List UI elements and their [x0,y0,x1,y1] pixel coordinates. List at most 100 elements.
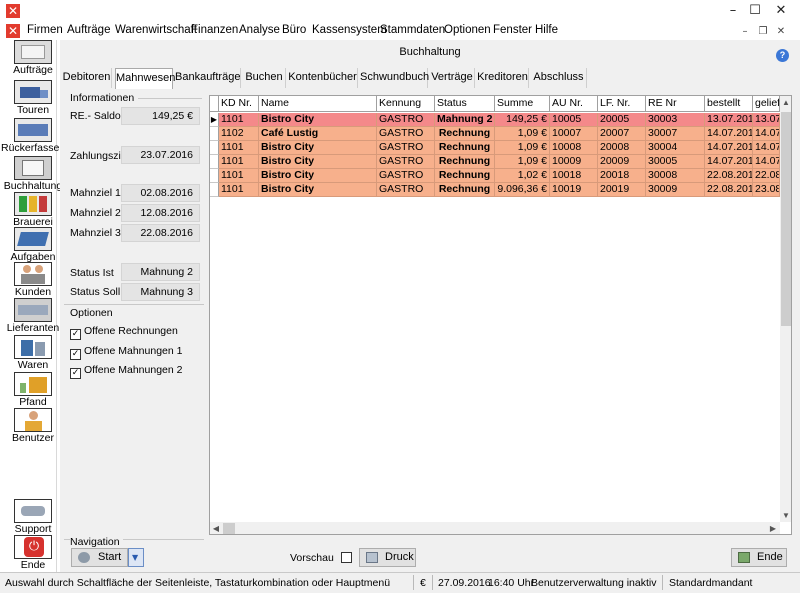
cell-geliefert[interactable]: 23.08.2 [753,183,780,197]
vertical-scrollbar[interactable]: ▲ ▼ [780,96,791,522]
end-button[interactable]: ⏻ Ende [5,535,61,572]
cell-kennung[interactable]: GASTRO [377,155,435,169]
cell-status[interactable]: Rechnung [435,141,495,155]
sidebar-item-touren[interactable]: Touren [5,80,61,117]
horizontal-scrollbar[interactable]: ◀ ▶ [210,522,780,534]
print-button[interactable]: Druck [359,548,416,567]
cell-summe[interactable]: 1,02 € [495,169,550,183]
cell-geliefert[interactable]: 14.07.2 [753,141,780,155]
table-row[interactable]: 1101 Bistro City GASTRO Rechnung 1,09 €10008… [210,141,780,155]
column-header-re-nr[interactable]: RE Nr [646,96,705,112]
cell-kennung[interactable]: GASTRO [377,183,435,197]
scroll-down-icon[interactable]: ▼ [780,509,791,522]
tab-mahnwesen[interactable]: Mahnwesen [115,68,175,89]
cell-status[interactable]: Rechnung [435,127,495,141]
minimize-button[interactable]: – [722,2,744,20]
option-offene-mahnungen-1[interactable]: ✓ Offene Mahnungen 1 [70,345,182,360]
row-selector[interactable] [210,155,219,169]
menu-kassensystem[interactable]: Kassensystem [312,24,387,36]
cell-kennung[interactable]: GASTRO [377,113,435,127]
cell-lf-nr[interactable]: 20008 [598,141,646,155]
cell-summe[interactable]: 1,09 € [495,155,550,169]
mdi-app-icon[interactable]: ✕ [6,24,20,38]
cell-kd-nr[interactable]: 1101 [219,183,259,197]
menu-hilfe[interactable]: Hilfe [535,24,558,36]
cell-au-nr[interactable]: 10005 [550,113,598,127]
cell-re-nr[interactable]: 30009 [646,183,705,197]
sidebar-item-kunden[interactable]: Kunden [5,262,61,299]
cell-re-nr[interactable]: 30008 [646,169,705,183]
cell-kd-nr[interactable]: 1102 [219,127,259,141]
mdi-minimize-button[interactable]: – [738,25,752,38]
sidebar-item-pfand[interactable]: Pfand [5,372,61,409]
cell-geliefert[interactable]: 14.07.2 [753,155,780,169]
checkbox-checked-icon[interactable]: ✓ [70,329,81,340]
cell-au-nr[interactable]: 10018 [550,169,598,183]
tab-bankauftraege[interactable]: Bankaufträge [175,68,241,88]
option-offene-rechnungen[interactable]: ✓ Offene Rechnungen [70,325,178,340]
cell-kd-nr[interactable]: 1101 [219,113,259,127]
cell-kd-nr[interactable]: 1101 [219,141,259,155]
cell-status[interactable]: Mahnung 2 [435,113,495,127]
cell-name[interactable]: Bistro City [259,141,377,155]
cell-lf-nr[interactable]: 20009 [598,155,646,169]
menu-auftraege[interactable]: Aufträge [67,24,110,36]
support-button[interactable]: Support [5,499,61,536]
menu-fenster[interactable]: Fenster [493,24,532,36]
cell-status[interactable]: Rechnung [435,169,495,183]
checkbox-checked-icon[interactable]: ✓ [70,368,81,379]
tab-abschluss[interactable]: Abschluss [531,68,587,88]
cell-re-nr[interactable]: 30007 [646,127,705,141]
cell-au-nr[interactable]: 10008 [550,141,598,155]
column-header-name[interactable]: Name [259,96,377,112]
option-offene-mahnungen-2[interactable]: ✓ Offene Mahnungen 2 [70,364,182,379]
cell-summe[interactable]: 9.096,36 € [495,183,550,197]
mdi-restore-button[interactable]: ❐ [756,25,770,38]
cell-bestellt[interactable]: 13.07.2016 [705,113,753,127]
column-header-au-nr[interactable]: AU Nr. [550,96,598,112]
row-selector[interactable] [210,183,219,197]
cell-au-nr[interactable]: 10007 [550,127,598,141]
column-header-geliefert[interactable]: geliefe [753,96,780,112]
column-header-status[interactable]: Status [435,96,495,112]
cell-kd-nr[interactable]: 1101 [219,155,259,169]
menu-optionen[interactable]: Optionen [444,24,491,36]
cell-bestellt[interactable]: 14.07.2016 [705,141,753,155]
cell-lf-nr[interactable]: 20018 [598,169,646,183]
cell-bestellt[interactable]: 22.08.2016 [705,169,753,183]
cell-re-nr[interactable]: 30004 [646,141,705,155]
row-pointer-icon[interactable]: ▶ [210,113,219,127]
start-button[interactable]: Start [71,548,128,567]
sidebar-item-waren[interactable]: Waren [5,335,61,372]
cell-name[interactable]: Bistro City [259,183,377,197]
cell-summe[interactable]: 1,09 € [495,141,550,155]
scroll-left-icon[interactable]: ◀ [210,522,222,534]
cell-status[interactable]: Rechnung [435,155,495,169]
column-header-summe[interactable]: Summe [495,96,550,112]
cell-kd-nr[interactable]: 1101 [219,169,259,183]
cell-bestellt[interactable]: 14.07.2016 [705,127,753,141]
tab-kreditoren[interactable]: Kreditoren [477,68,529,88]
cell-geliefert[interactable]: 22.08.2 [753,169,780,183]
row-selector[interactable] [210,127,219,141]
menu-firmen[interactable]: Firmen [27,24,63,36]
menu-analyse[interactable]: Analyse [239,24,280,36]
sidebar-item-buchhaltung[interactable]: Buchhaltung [4,156,62,193]
tab-schwundbuch[interactable]: Schwundbuch [360,68,429,88]
cell-au-nr[interactable]: 10009 [550,155,598,169]
sidebar-item-rueckerfassen[interactable]: Rückerfassen [1,118,65,155]
start-dropdown-button[interactable]: ▼ [128,548,144,567]
table-row[interactable]: 1102 Café Lustig GASTRO Rechnung 1,09 €10007… [210,127,780,141]
horizontal-scroll-thumb[interactable] [223,523,235,534]
vertical-scroll-thumb[interactable] [781,112,791,326]
column-header-bestellt[interactable]: bestellt [705,96,753,112]
row-selector[interactable] [210,169,219,183]
column-header-lf-nr[interactable]: LF. Nr. [598,96,646,112]
cell-geliefert[interactable]: 13.07.2 [753,113,780,127]
menu-warenwirtschaft[interactable]: Warenwirtschaft [115,24,197,36]
cell-bestellt[interactable]: 14.07.2016 [705,155,753,169]
cell-name[interactable]: Bistro City [259,113,377,127]
dunning-table[interactable]: KD Nr. Name Kennung Status Summe AU Nr. … [209,95,792,535]
cell-kennung[interactable]: GASTRO [377,127,435,141]
tab-debitoren[interactable]: Debitoren [62,68,112,88]
